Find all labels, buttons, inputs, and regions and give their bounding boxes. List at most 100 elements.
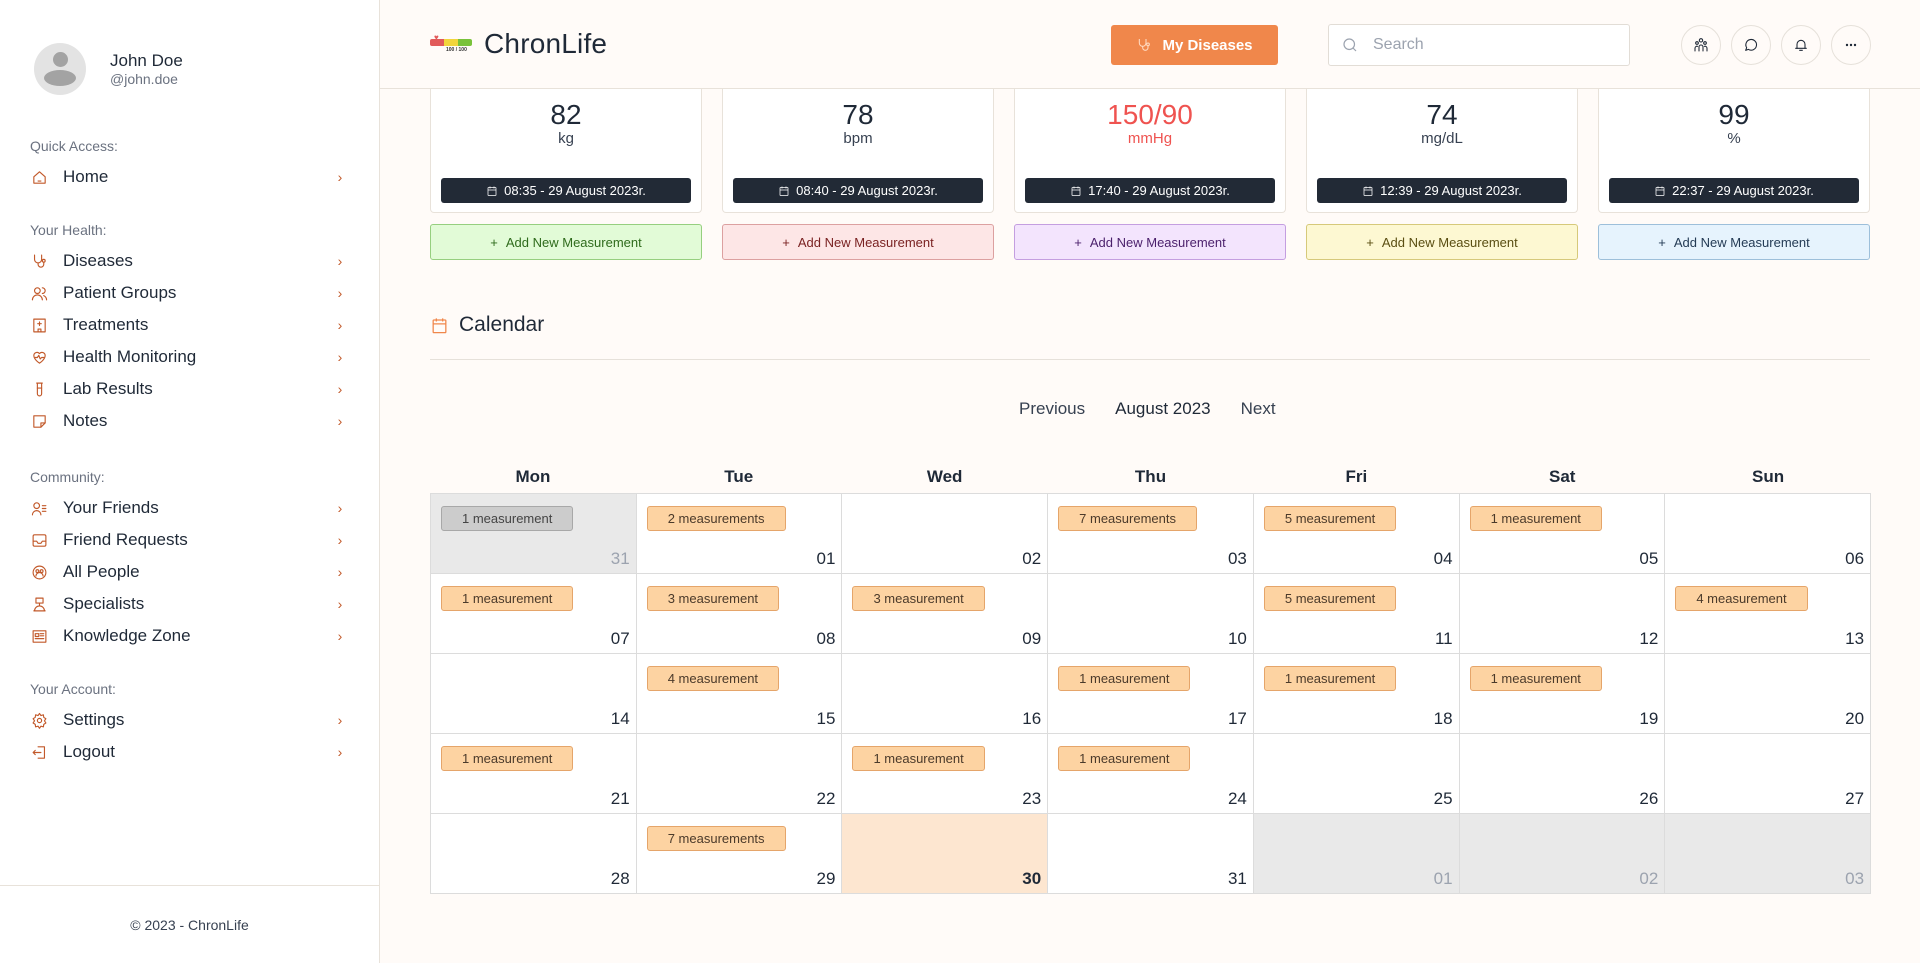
notifications-button[interactable] <box>1781 25 1821 65</box>
calendar-day[interactable]: 31 <box>1048 814 1254 894</box>
calendar-day[interactable]: 5 measurement 04 <box>1253 494 1460 574</box>
calendar-day[interactable]: 3 measurement 08 <box>636 574 843 654</box>
measurement-badge[interactable]: 2 measurements <box>646 506 786 531</box>
calendar-day[interactable]: 10 <box>1048 574 1254 654</box>
measurement-badge[interactable]: 5 measurement <box>1263 586 1397 611</box>
more-button[interactable] <box>1831 25 1871 65</box>
calendar-day[interactable]: 1 measurement 21 <box>431 734 637 814</box>
day-number: 02 <box>1639 869 1659 888</box>
measurement-badge[interactable]: 1 measurement <box>852 746 985 771</box>
logo[interactable]: ♥ 100 / 100 ChronLife <box>430 28 607 60</box>
calendar-day[interactable]: 7 measurements 29 <box>636 814 843 894</box>
measurement-badge[interactable]: 7 measurements <box>646 826 786 851</box>
measurement-badge[interactable]: 1 measurement <box>1058 746 1191 771</box>
calendar-day[interactable]: 06 <box>1665 494 1872 574</box>
add-measurement-button[interactable]: + Add New Measurement <box>1306 224 1578 260</box>
sidebar-item-your-friends[interactable]: Your Friends › <box>30 494 346 522</box>
calendar-day[interactable]: 22 <box>636 734 843 814</box>
calendar-day[interactable]: 12 <box>1459 574 1666 654</box>
calendar-day[interactable]: 4 measurement 13 <box>1665 574 1872 654</box>
sidebar-item-friend-requests[interactable]: Friend Requests › <box>30 526 346 554</box>
day-number: 03 <box>1227 549 1247 568</box>
calendar-day[interactable]: 3 measurement 09 <box>842 574 1049 654</box>
day-number: 31 <box>1227 869 1247 888</box>
calendar-day[interactable]: 25 <box>1253 734 1460 814</box>
my-diseases-button[interactable]: My Diseases <box>1111 25 1278 65</box>
calendar-day[interactable]: 1 measurement 17 <box>1048 654 1254 734</box>
sidebar-item-home[interactable]: Home › <box>30 163 346 191</box>
measurement-badge[interactable]: 1 measurement <box>1058 666 1191 691</box>
measurement-badge[interactable]: 3 measurement <box>646 586 780 611</box>
calendar-icon <box>487 186 497 196</box>
measurement-badge[interactable]: 4 measurement <box>1675 586 1808 611</box>
day-number: 01 <box>816 549 836 568</box>
measurement-badge[interactable]: 1 measurement <box>1469 666 1602 691</box>
measurement-badge[interactable]: 4 measurement <box>646 666 780 691</box>
search-box[interactable] <box>1328 24 1630 66</box>
calendar-day[interactable]: 14 <box>431 654 637 734</box>
calendar-day[interactable]: 20 <box>1665 654 1872 734</box>
sidebar-item-specialists[interactable]: Specialists › <box>30 590 346 618</box>
measurement-badge[interactable]: 1 measurement <box>441 746 574 771</box>
calendar-day[interactable]: 5 measurement 11 <box>1253 574 1460 654</box>
calendar-day[interactable]: 1 measurement 05 <box>1459 494 1666 574</box>
measurement-badge[interactable]: 1 measurement <box>441 586 574 611</box>
sidebar-item-lab-results[interactable]: Lab Results › <box>30 375 346 403</box>
measurement-badge[interactable]: 7 measurements <box>1058 506 1197 531</box>
logo-caption: 100 / 100 <box>446 47 467 53</box>
day-number: 28 <box>610 869 630 888</box>
user-profile[interactable]: John Doe @john.doe <box>34 43 183 95</box>
heart-pulse-icon <box>30 348 48 366</box>
calendar-day[interactable]: 1 measurement 23 <box>842 734 1049 814</box>
sidebar-item-settings[interactable]: Settings › <box>30 706 346 734</box>
calendar-day[interactable]: 26 <box>1459 734 1666 814</box>
search-input[interactable] <box>1373 36 1613 54</box>
add-measurement-label: Add New Measurement <box>1089 234 1226 250</box>
add-measurement-button[interactable]: + Add New Measurement <box>1598 224 1870 260</box>
calendar-day[interactable]: 1 measurement 07 <box>431 574 637 654</box>
calendar-day[interactable]: 01 <box>1253 814 1460 894</box>
sidebar-item-treatments[interactable]: Treatments › <box>30 311 346 339</box>
previous-month-button[interactable]: Previous <box>1019 399 1085 419</box>
calendar-day[interactable]: 1 measurement 18 <box>1253 654 1460 734</box>
calendar-day[interactable]: 02 <box>1459 814 1666 894</box>
sidebar-item-all-people[interactable]: All People › <box>30 558 346 586</box>
measurement-badge[interactable]: 1 measurement <box>1263 666 1397 691</box>
sidebar-item-knowledge-zone[interactable]: Knowledge Zone › <box>30 622 346 650</box>
sidebar-item-health-monitoring[interactable]: Health Monitoring › <box>30 343 346 371</box>
calendar-day[interactable]: 1 measurement 19 <box>1459 654 1666 734</box>
calendar-day[interactable]: 2 measurements 01 <box>636 494 843 574</box>
calendar-day[interactable]: 4 measurement 15 <box>636 654 843 734</box>
calendar-day-today[interactable]: 30 <box>842 814 1049 894</box>
calendar-day[interactable]: 03 <box>1665 814 1872 894</box>
calendar-day[interactable]: 02 <box>842 494 1049 574</box>
add-measurement-button[interactable]: + Add New Measurement <box>1014 224 1286 260</box>
sidebar-item-label: Knowledge Zone <box>63 626 191 645</box>
measurement-badge[interactable]: 1 measurement <box>1469 506 1602 531</box>
measurement-badge[interactable]: 1 measurement <box>441 506 574 531</box>
test-tube-icon <box>30 380 48 398</box>
weekday-header: Mon Tue Wed Thu Fri Sat Sun <box>430 461 1871 493</box>
day-number: 03 <box>1845 869 1865 888</box>
sidebar-item-diseases[interactable]: Diseases › <box>30 247 346 275</box>
community-button[interactable] <box>1681 25 1721 65</box>
calendar-day[interactable]: 7 measurements 03 <box>1048 494 1254 574</box>
measurement-badge[interactable]: 5 measurement <box>1263 506 1397 531</box>
add-measurement-button[interactable]: + Add New Measurement <box>430 224 702 260</box>
measurement-badge[interactable]: 3 measurement <box>852 586 985 611</box>
calendar-icon <box>1655 186 1665 196</box>
add-measurement-button[interactable]: + Add New Measurement <box>722 224 994 260</box>
chat-button[interactable] <box>1731 25 1771 65</box>
day-number: 30 <box>1022 869 1042 888</box>
next-month-button[interactable]: Next <box>1241 399 1276 419</box>
calendar-day[interactable]: 1 measurement 24 <box>1048 734 1254 814</box>
calendar-day[interactable]: 16 <box>842 654 1049 734</box>
sidebar-item-logout[interactable]: Logout › <box>30 738 346 766</box>
calendar-day[interactable]: 27 <box>1665 734 1872 814</box>
sidebar-item-notes[interactable]: Notes › <box>30 407 346 435</box>
calendar-day[interactable]: 28 <box>431 814 637 894</box>
calendar-day[interactable]: 1 measurement 31 <box>431 494 637 574</box>
sidebar-item-patient-groups[interactable]: Patient Groups › <box>30 279 346 307</box>
chevron-right-icon: › <box>337 500 343 516</box>
timestamp-text: 08:40 - 29 August 2023r. <box>796 183 938 198</box>
